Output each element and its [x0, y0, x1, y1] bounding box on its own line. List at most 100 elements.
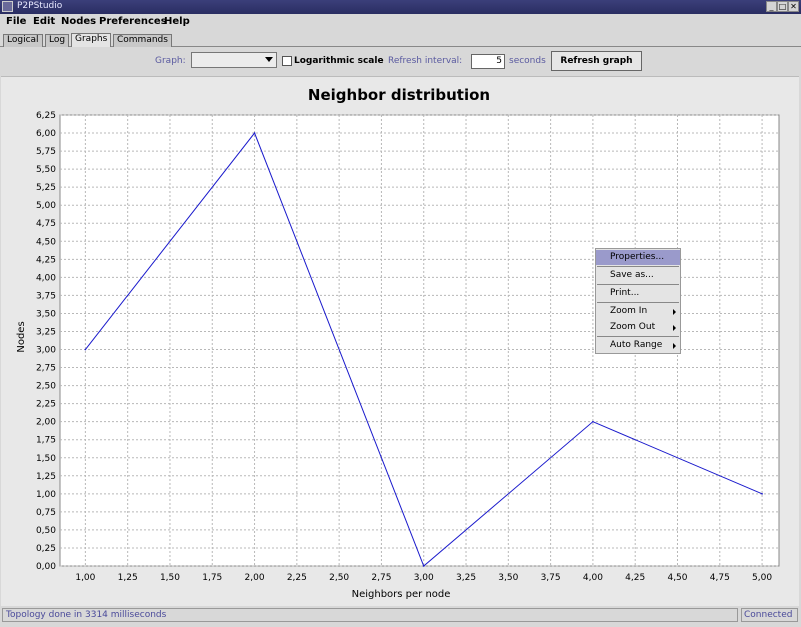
x-tick-label: 4,50 — [667, 573, 687, 583]
ctx-auto-range[interactable]: Auto Range — [596, 338, 680, 353]
menu-preferences[interactable]: Preferences — [99, 16, 167, 27]
title-bar: P2PStudio _ □ ✕ — [0, 0, 801, 14]
x-tick-label: 4,00 — [583, 573, 603, 583]
y-tick-label: 2,50 — [36, 382, 56, 392]
x-tick-label: 2,75 — [371, 573, 391, 583]
y-tick-label: 0,00 — [36, 562, 56, 572]
y-tick-label: 2,25 — [36, 400, 56, 410]
tab-log[interactable]: Log — [45, 34, 70, 47]
ctx-print[interactable]: Print... — [596, 286, 680, 301]
chevron-down-icon — [265, 57, 273, 62]
x-tick-label: 5,00 — [752, 573, 772, 583]
y-tick-label: 5,50 — [36, 165, 56, 175]
ctx-print-label: Print... — [610, 288, 640, 298]
y-axis-label: Nodes — [16, 321, 27, 352]
ctx-properties-label: Properties... — [610, 252, 665, 262]
chevron-right-icon — [673, 343, 676, 349]
tab-graphs[interactable]: Graphs — [71, 33, 112, 47]
x-tick-label: 2,25 — [287, 573, 307, 583]
graph-label: Graph: — [155, 56, 186, 66]
y-tick-label: 1,50 — [36, 454, 56, 464]
y-tick-label: 1,75 — [36, 436, 56, 446]
ctx-zoom-out[interactable]: Zoom Out — [596, 320, 680, 335]
y-tick-label: 3,25 — [36, 327, 56, 337]
x-tick-label: 4,75 — [710, 573, 730, 583]
refresh-interval-label: Refresh interval: — [388, 56, 463, 66]
ctx-zoom-in-label: Zoom In — [610, 306, 648, 316]
menu-file[interactable]: File — [6, 16, 26, 27]
data-point — [592, 420, 594, 423]
x-tick-label: 3,50 — [498, 573, 518, 583]
x-tick-label: 1,75 — [202, 573, 222, 583]
x-tick-label: 1,00 — [75, 573, 95, 583]
ctx-zoom-in[interactable]: Zoom In — [596, 304, 680, 319]
maximize-button[interactable]: □ — [777, 1, 788, 12]
x-tick-label: 1,50 — [160, 573, 180, 583]
ctx-separator — [597, 336, 679, 337]
y-tick-label: 2,00 — [36, 418, 56, 428]
status-bar: Topology done in 3314 milliseconds Conne… — [0, 606, 801, 624]
y-tick-label: 4,50 — [36, 237, 56, 247]
y-tick-label: 0,50 — [36, 526, 56, 536]
status-message: Topology done in 3314 milliseconds — [2, 608, 738, 622]
x-tick-label: 1,25 — [118, 573, 138, 583]
y-tick-label: 0,75 — [36, 508, 56, 518]
y-tick-label: 3,00 — [36, 346, 56, 356]
close-button[interactable]: ✕ — [788, 1, 799, 12]
ctx-separator — [597, 284, 679, 285]
menu-nodes[interactable]: Nodes — [61, 16, 96, 27]
y-tick-label: 4,00 — [36, 273, 56, 283]
ctx-save-as-label: Save as... — [610, 270, 654, 280]
ctx-separator — [597, 266, 679, 267]
y-tick-label: 3,50 — [36, 309, 56, 319]
y-tick-label: 5,75 — [36, 147, 56, 157]
minimize-button[interactable]: _ — [766, 1, 777, 12]
x-tick-label: 3,75 — [541, 573, 561, 583]
log-scale-label: Logarithmic scale — [294, 56, 384, 66]
connection-status: Connected — [741, 608, 798, 622]
app-icon[interactable] — [2, 1, 13, 12]
ctx-save-as[interactable]: Save as... — [596, 268, 680, 283]
y-tick-label: 2,75 — [36, 364, 56, 374]
x-tick-label: 3,25 — [456, 573, 476, 583]
log-scale-checkbox[interactable] — [282, 56, 292, 66]
y-tick-label: 5,00 — [36, 201, 56, 211]
ctx-zoom-out-label: Zoom Out — [610, 322, 656, 332]
chart-title: Neighbor distribution — [308, 86, 490, 104]
chart-context-menu: Properties... Save as... Print... Zoom I… — [595, 248, 681, 354]
refresh-graph-button[interactable]: Refresh graph — [551, 51, 642, 71]
refresh-interval-input[interactable]: 5 — [471, 54, 505, 69]
y-tick-label: 6,00 — [36, 129, 56, 139]
y-tick-label: 4,25 — [36, 255, 56, 265]
y-tick-label: 0,25 — [36, 544, 56, 554]
x-tick-label: 4,25 — [625, 573, 645, 583]
chevron-right-icon — [673, 325, 676, 331]
chevron-right-icon — [673, 309, 676, 315]
y-tick-label: 6,25 — [36, 111, 56, 121]
menu-edit[interactable]: Edit — [33, 16, 55, 27]
x-tick-label: 2,00 — [245, 573, 265, 583]
y-tick-label: 1,25 — [36, 472, 56, 482]
data-point — [422, 565, 425, 567]
y-tick-label: 5,25 — [36, 183, 56, 193]
y-tick-label: 1,00 — [36, 490, 56, 500]
data-point — [253, 132, 256, 134]
data-point — [84, 348, 87, 351]
y-tick-label: 3,75 — [36, 291, 56, 301]
tab-commands[interactable]: Commands — [113, 34, 172, 47]
y-tick-label: 4,75 — [36, 219, 56, 229]
tab-bar: Logical Log Graphs Commands — [0, 32, 801, 47]
menu-bar: File Edit Nodes Preferences Help — [0, 14, 801, 32]
tab-logical[interactable]: Logical — [3, 34, 43, 47]
x-axis-label: Neighbors per node — [352, 589, 451, 600]
menu-help[interactable]: Help — [164, 16, 190, 27]
graph-toolbar: Graph: Refresh interval: seconds — [0, 48, 801, 76]
seconds-label: seconds — [509, 56, 546, 66]
ctx-properties[interactable]: Properties... — [596, 250, 680, 265]
window-title: P2PStudio — [17, 1, 63, 11]
x-tick-label: 2,50 — [329, 573, 349, 583]
data-point — [761, 493, 763, 495]
ctx-separator — [597, 302, 679, 303]
graph-select[interactable] — [191, 52, 277, 68]
ctx-auto-range-label: Auto Range — [610, 340, 663, 350]
